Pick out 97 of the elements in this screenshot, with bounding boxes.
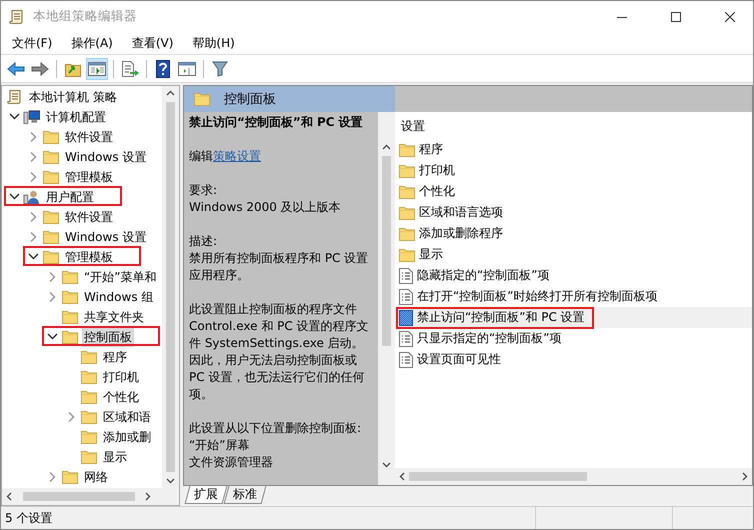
window-title: 本地组策略编辑器 <box>33 8 138 25</box>
description-text: 文件资源管理器 <box>189 455 273 469</box>
tree-item[interactable]: “开始”菜单和 <box>82 268 158 286</box>
tree-item[interactable]: Windows 组 <box>82 288 156 306</box>
folder-icon <box>62 290 78 304</box>
description-text: 此设置从以下位置删除控制面板: <box>189 421 362 435</box>
menu-item[interactable]: 帮助(H) <box>185 32 243 54</box>
policy-setting-icon <box>399 268 413 284</box>
back-arrow-icon <box>7 62 25 76</box>
folder-icon <box>42 250 58 264</box>
policy-setting-icon <box>399 330 413 346</box>
settings-list-item[interactable]: 个性化 <box>395 181 752 202</box>
tree-item[interactable]: 区域和语 <box>101 408 153 426</box>
description-text: 此设置阻止控制面板的程序文件 Control.exe 和 PC 设置的程序文件 SystemSettings.exe 启动。因此，用户无法启动控制面板或 PC 设置，也无法运行它们的任何项。 <box>189 302 369 401</box>
policy-setting-icon <box>399 288 413 304</box>
toolbar-button[interactable] <box>86 58 108 80</box>
folder-icon <box>399 248 415 262</box>
menu-item[interactable]: 文件(F) <box>5 32 60 54</box>
settings-list-item[interactable]: 显示 <box>395 244 752 265</box>
tree-item[interactable]: 管理模板 <box>63 168 115 186</box>
tree-item[interactable]: 程序 <box>101 348 129 366</box>
view-tab[interactable]: 标准 <box>224 486 266 504</box>
folder-icon <box>80 430 96 444</box>
folder-icon <box>399 142 415 156</box>
policy-setting-icon <box>399 310 413 326</box>
policy-settings-link[interactable]: 策略设置 <box>213 149 261 163</box>
menu-item[interactable]: 操作(A) <box>64 32 121 54</box>
tree-item[interactable]: 软件设置 <box>63 128 115 146</box>
policy-setting-icon <box>399 352 413 368</box>
close-icon <box>725 12 735 22</box>
computer-icon <box>23 109 40 125</box>
description-text: “开始”屏幕 <box>189 438 250 452</box>
user-icon <box>23 189 40 205</box>
edit-label: 编辑 <box>189 149 213 163</box>
folder-icon <box>194 92 210 106</box>
maximize-icon <box>671 12 681 22</box>
horizontal-scrollbar[interactable] <box>2 488 179 505</box>
settings-list-item[interactable]: 打印机 <box>395 160 752 181</box>
settings-list-item[interactable]: 设置页面可见性 <box>395 349 752 370</box>
tree-item[interactable]: 计算机配置 <box>44 108 108 126</box>
folder-icon <box>399 184 415 198</box>
folder-icon <box>80 370 96 384</box>
tree-item[interactable]: 个性化 <box>101 388 141 406</box>
description-text: Windows 2000 及以上版本 <box>189 200 341 214</box>
horizontal-scrollbar[interactable] <box>395 468 752 485</box>
folder-icon <box>42 130 58 144</box>
status-text: 5 个设置 <box>5 510 52 526</box>
help-icon <box>156 60 170 78</box>
settings-list-item[interactable]: 在打开“控制面板”时始终打开所有控制面板项 <box>395 286 752 307</box>
folder-icon <box>62 310 78 324</box>
folder-icon <box>42 230 58 244</box>
tree-item[interactable]: 管理模板 <box>63 248 115 266</box>
folder-icon <box>399 226 415 240</box>
description-text: 禁用所有控制面板程序和 PC 设置应用程序。 <box>189 251 368 282</box>
folder-icon <box>80 410 96 424</box>
description-text: 要求: <box>189 183 218 197</box>
folder-icon <box>42 150 58 164</box>
folder-icon <box>62 270 78 284</box>
folder-icon <box>80 450 96 464</box>
tree-item[interactable]: 添加或删 <box>101 428 153 446</box>
tree-item[interactable]: Windows 设置 <box>63 228 148 246</box>
policy-title: 禁止访问“控制面板”和 PC 设置 <box>189 114 364 131</box>
description-text: 描述: <box>189 234 218 248</box>
folder-icon <box>62 330 78 344</box>
action-pane-icon <box>178 62 196 76</box>
export-list-icon <box>121 60 139 76</box>
settings-list-item[interactable]: 添加或删除程序 <box>395 223 752 244</box>
scroll-icon <box>6 89 22 105</box>
tree-item[interactable]: 软件设置 <box>63 208 115 226</box>
view-tab[interactable]: 扩展 <box>184 486 228 504</box>
tree-item[interactable]: 打印机 <box>101 368 141 386</box>
filter-icon <box>212 60 228 76</box>
tree-item[interactable]: Windows 设置 <box>63 148 148 166</box>
settings-list-item[interactable]: 区域和语言选项 <box>395 202 752 223</box>
tree-item[interactable]: 网络 <box>82 468 110 486</box>
tree-item[interactable]: 共享文件夹 <box>82 308 146 326</box>
app-scroll-icon <box>9 8 25 24</box>
settings-list-item[interactable]: 禁止访问“控制面板”和 PC 设置 <box>395 307 752 328</box>
folder-icon <box>42 210 58 224</box>
folder-icon <box>399 164 415 178</box>
tree-item[interactable]: 用户配置 <box>44 188 96 206</box>
column-header[interactable]: 设置 <box>395 112 752 139</box>
folder-icon <box>80 350 96 364</box>
tree-item[interactable]: 显示 <box>101 448 129 466</box>
forward-arrow-icon <box>31 62 49 76</box>
console-tree-icon <box>88 62 106 76</box>
folder-icon <box>62 470 78 484</box>
settings-list-item[interactable]: 隐藏指定的“控制面板”项 <box>395 265 752 286</box>
folder-icon <box>80 390 96 404</box>
settings-list-item[interactable]: 只显示指定的“控制面板”项 <box>395 328 752 349</box>
folder-icon <box>42 170 58 184</box>
tree-item[interactable]: 本地计算机 策略 <box>27 88 119 106</box>
menu-item[interactable]: 查看(V) <box>124 32 182 54</box>
vertical-scrollbar[interactable] <box>162 86 179 488</box>
settings-list-item[interactable]: 程序 <box>395 139 752 160</box>
panel-title: 控制面板 <box>224 91 276 108</box>
folder-icon <box>399 206 415 220</box>
